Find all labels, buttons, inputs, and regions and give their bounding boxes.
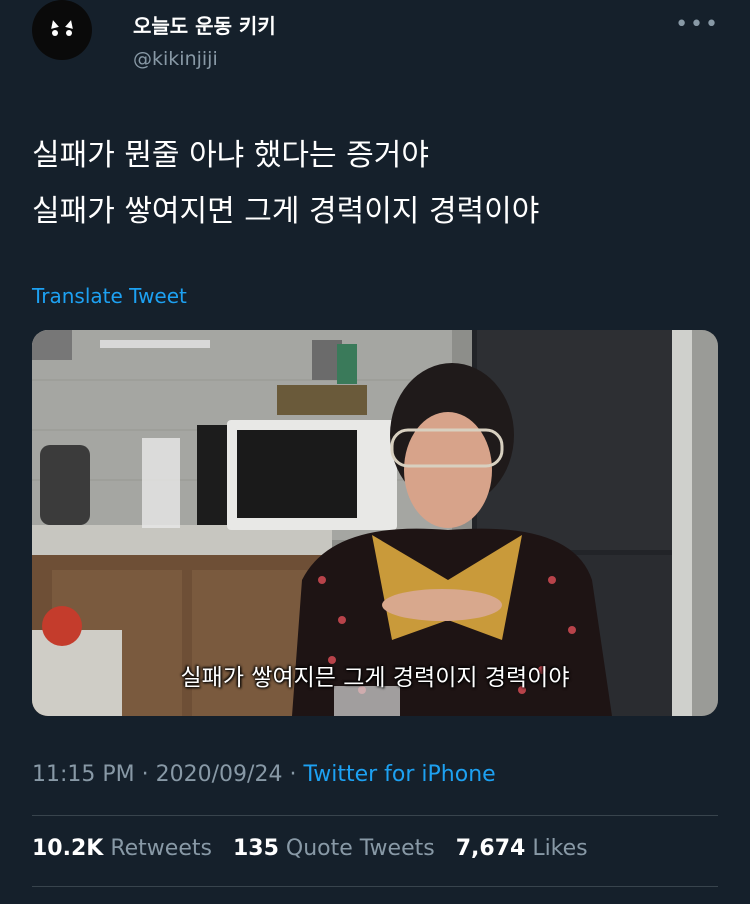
meta-separator: · [134,762,156,787]
tweet-source[interactable]: Twitter for iPhone [303,762,495,787]
cat-face-icon [48,19,76,40]
tweet-text: 실패가 뭔줄 아냐 했다는 증거야 실패가 쌓여지면 그게 경력이지 경력이야 [32,128,722,240]
likes-label: Likes [532,836,588,861]
avatar[interactable] [32,0,92,60]
quotes-stat[interactable]: 135 Quote Tweets [233,836,449,861]
more-horizontal-icon[interactable]: ••• [675,14,720,36]
tweet-meta: 11:15 PM · 2020/09/24 · Twitter for iPho… [32,762,496,787]
divider [32,815,718,816]
quotes-count: 135 [232,836,279,861]
tweet-line-2: 실패가 쌓여지면 그게 경력이지 경력이야 [32,194,540,229]
tweet-date[interactable]: 2020/09/24 [156,762,283,787]
translate-tweet-link[interactable]: Translate Tweet [32,284,187,308]
tweet-line-1: 실패가 뭔줄 아냐 했다는 증거야 [32,138,429,173]
tweet-time[interactable]: 11:15 PM [32,762,135,787]
retweets-label: Retweets [110,836,212,861]
author-display-name[interactable]: 오늘도 운동 키키 [133,10,276,39]
divider [32,886,718,887]
retweets-count: 10.2K [32,836,104,861]
likes-count: 7,674 [455,836,526,861]
author-handle[interactable]: @kikinjiji [133,48,218,70]
retweets-stat[interactable]: 10.2K Retweets [32,836,226,861]
tweet-stats: 10.2K Retweets 135 Quote Tweets 7,674 Li… [32,836,602,861]
meta-separator: · [282,762,304,787]
quotes-label: Quote Tweets [285,836,435,861]
tweet-media-image[interactable]: 실패가 쌓여지믄 그게 경력이지 경력이야 [32,330,718,716]
likes-stat[interactable]: 7,674 Likes [456,836,602,861]
media-caption: 실패가 쌓여지믄 그게 경력이지 경력이야 [180,665,570,691]
